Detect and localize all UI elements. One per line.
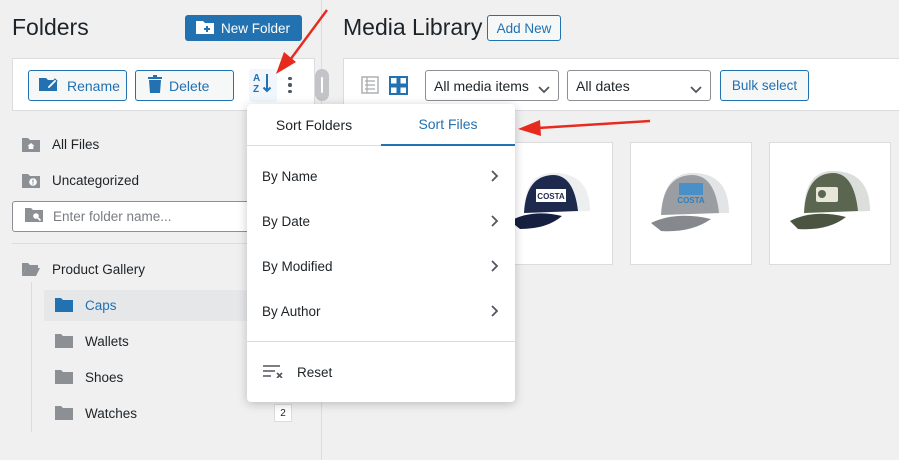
page-title: Media Library (343, 14, 483, 40)
folder-search-input[interactable] (53, 209, 233, 224)
reset-label: Reset (297, 364, 333, 380)
menu-item-label: By Name (262, 169, 318, 184)
folder-plus-icon (195, 19, 215, 38)
uncategorized-label: Uncategorized (52, 172, 140, 188)
chevron-right-icon (491, 170, 499, 185)
folder-icon (55, 369, 73, 387)
tree-line (31, 282, 32, 432)
reset-sort-item[interactable]: Reset (247, 354, 515, 390)
rename-folder-icon (38, 75, 60, 96)
rename-button[interactable]: Rename (28, 70, 127, 101)
chevron-right-icon (491, 305, 499, 320)
dates-value: All dates (576, 77, 630, 94)
svg-text:A: A (253, 73, 260, 84)
svg-text:Z: Z (253, 84, 259, 94)
chevron-down-icon (538, 81, 550, 97)
new-folder-label: New Folder (221, 20, 291, 36)
navy-cap-thumbnail: COSTA (502, 161, 602, 246)
folder-icon (55, 405, 73, 423)
menu-item-label: By Date (262, 214, 311, 229)
uncategorized-item[interactable]: Uncategorized (22, 172, 139, 188)
product-gallery-item[interactable]: Product Gallery (22, 261, 145, 277)
folder-item-shoes[interactable]: Shoes (44, 362, 280, 393)
delete-label: Delete (169, 77, 210, 94)
dates-select[interactable]: All dates (567, 70, 711, 101)
all-files-label: All Files (52, 136, 100, 152)
sidebar-title: Folders (12, 14, 89, 40)
tab-sort-folders[interactable]: Sort Folders (247, 104, 381, 146)
media-item[interactable]: COSTA (630, 142, 752, 265)
menu-item-label: By Author (262, 304, 321, 319)
bulk-select-button[interactable]: Bulk select (720, 70, 809, 101)
sort-tabs: Sort Folders Sort Files (247, 104, 515, 146)
logo-text: COSTA (677, 196, 705, 205)
folder-label: Watches (85, 406, 138, 421)
sort-popup: Sort Folders Sort Files By Name By Date … (247, 104, 515, 402)
chevron-right-icon (491, 260, 499, 275)
file-count-badge: 2 (274, 404, 292, 422)
tab-sort-files[interactable]: Sort Files (381, 104, 515, 146)
olive-cap-thumbnail (780, 161, 880, 246)
media-type-select[interactable]: All media items (425, 70, 559, 101)
media-item[interactable] (769, 142, 891, 265)
dot-icon (288, 83, 292, 87)
delete-button[interactable]: Delete (135, 70, 234, 101)
more-options-button[interactable] (283, 71, 297, 99)
logo-text: COSTA (537, 192, 565, 201)
folder-item-watches[interactable]: Watches (44, 398, 280, 429)
folder-item-caps[interactable]: Caps (44, 290, 280, 321)
folder-search-box[interactable] (12, 201, 252, 232)
new-folder-button[interactable]: New Folder (185, 15, 302, 41)
grid-view-icon[interactable] (389, 76, 408, 95)
sort-button[interactable]: A Z (249, 69, 277, 102)
folder-icon (55, 333, 73, 351)
rename-label: Rename (67, 77, 120, 94)
dot-icon (288, 76, 292, 81)
folder-search-icon (25, 207, 43, 227)
sort-by-author-item[interactable]: By Author (247, 289, 515, 334)
folder-icon (55, 297, 73, 315)
folder-label: Caps (85, 298, 117, 313)
folder-label: Shoes (85, 370, 124, 385)
sort-by-date-item[interactable]: By Date (247, 199, 515, 244)
home-folder-icon (22, 136, 40, 152)
uncategorized-folder-icon (22, 172, 40, 188)
menu-divider (247, 341, 515, 342)
folder-item-wallets[interactable]: Wallets (44, 326, 280, 357)
grey-cap-thumbnail: COSTA (641, 161, 741, 246)
chevron-right-icon (491, 215, 499, 230)
sidebar-resize-handle[interactable] (315, 69, 329, 101)
clear-sort-icon (263, 364, 285, 381)
add-new-button[interactable]: Add New (487, 15, 561, 41)
sort-az-icon: A Z (253, 72, 273, 99)
sort-by-modified-item[interactable]: By Modified (247, 244, 515, 289)
menu-item-label: By Modified (262, 259, 333, 274)
chevron-down-icon (690, 81, 702, 97)
dot-icon (288, 89, 292, 94)
open-folder-icon (22, 261, 40, 277)
product-gallery-label: Product Gallery (52, 261, 146, 277)
annotation-arrow-icon (518, 119, 651, 136)
sort-by-name-item[interactable]: By Name (247, 154, 515, 199)
list-view-icon[interactable] (361, 76, 379, 94)
all-files-item[interactable]: All Files (22, 136, 99, 152)
folder-label: Wallets (85, 334, 129, 349)
trash-icon (148, 75, 162, 96)
media-type-value: All media items (434, 77, 529, 94)
